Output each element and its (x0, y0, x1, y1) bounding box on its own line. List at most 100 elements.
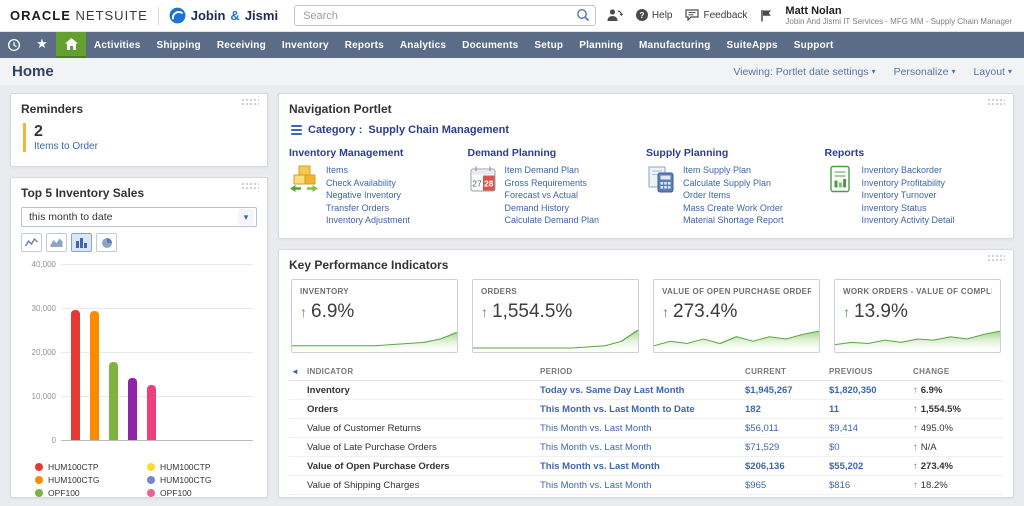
personalize-dropdown[interactable]: Personalize ▾ (894, 66, 956, 78)
kpi-previous-cell[interactable]: $0 (829, 438, 913, 457)
kpi-current-cell[interactable]: $97,016 (745, 495, 829, 499)
user-menu[interactable]: Matt Nolan Jobin And Jismi IT Services -… (785, 5, 1014, 27)
flag-icon[interactable] (760, 9, 772, 22)
kpi-period-cell[interactable]: This Month vs. Last Month (540, 419, 745, 438)
portlet-drag-handle[interactable] (987, 98, 1005, 105)
nav-link[interactable]: Negative Inventory (326, 189, 410, 202)
nav-link[interactable]: Demand History (505, 202, 600, 215)
nav-link[interactable]: Transfer Orders (326, 202, 410, 215)
kpi-current-cell[interactable]: $965 (745, 476, 829, 495)
legend-dot (147, 463, 155, 471)
nav-link[interactable]: Inventory Status (862, 202, 955, 215)
nav-item-setup[interactable]: Setup (526, 32, 571, 58)
nav-link[interactable]: Calculate Supply Plan (683, 177, 784, 190)
nav-link[interactable]: Gross Requirements (505, 177, 600, 190)
nav-item-support[interactable]: Support (786, 32, 842, 58)
nav-link[interactable]: Inventory Profitability (862, 177, 955, 190)
chart-bar[interactable] (71, 310, 80, 440)
kpi-previous-cell[interactable]: $1,820,350 (829, 381, 913, 400)
feedback-button[interactable]: Feedback (685, 9, 747, 21)
kpi-current-cell[interactable]: 182 (745, 400, 829, 419)
nav-item-planning[interactable]: Planning (571, 32, 631, 58)
nav-link[interactable]: Check Availability (326, 177, 410, 190)
kpi-card[interactable]: WORK ORDERS - VALUE OF COMPLETED↑13.9% (834, 279, 1001, 353)
kpi-card[interactable]: VALUE OF OPEN PURCHASE ORDERS↑273.4% (653, 279, 820, 353)
nav-item-receiving[interactable]: Receiving (209, 32, 274, 58)
search-input[interactable] (294, 5, 596, 26)
kpi-table-row: Value of Shipping ChargesThis Month vs. … (289, 476, 1003, 495)
nav-link[interactable]: Inventory Adjustment (326, 214, 410, 227)
kpi-period-cell[interactable]: This Month vs. Last Month (540, 495, 745, 499)
global-search (294, 5, 596, 26)
nav-link[interactable]: Item Supply Plan (683, 164, 784, 177)
up-arrow-icon: ↑ (300, 304, 307, 320)
nav-item-inventory[interactable]: Inventory (274, 32, 337, 58)
kpi-current-cell[interactable]: $71,529 (745, 438, 829, 457)
logo-divider (158, 7, 159, 25)
chart-bar[interactable] (147, 385, 156, 440)
nav-item-analytics[interactable]: Analytics (392, 32, 454, 58)
kpi-previous-cell[interactable]: $9,414 (829, 419, 913, 438)
kpi-period-cell[interactable]: Today vs. Same Day Last Month (540, 381, 745, 400)
chart-bar[interactable] (90, 311, 99, 440)
kpi-previous-cell[interactable]: $85,180 (829, 495, 913, 499)
nav-item-reports[interactable]: Reports (337, 32, 392, 58)
portlet-drag-handle[interactable] (987, 254, 1005, 261)
items-to-order-link[interactable]: Items to Order (34, 141, 257, 152)
kpi-period-cell[interactable]: This Month vs. Last Month (540, 438, 745, 457)
nav-item-manufacturing[interactable]: Manufacturing (631, 32, 719, 58)
kpi-change-value: 6.9% (921, 385, 943, 396)
date-range-select[interactable]: this month to date ▾ (21, 207, 257, 227)
kpi-current-cell[interactable]: $1,945,267 (745, 381, 829, 400)
chart-bar[interactable] (128, 378, 137, 440)
kpi-change-cell: ↑13.9% (913, 495, 1003, 499)
nav-link[interactable]: Inventory Turnover (862, 189, 955, 202)
kpi-card[interactable]: INVENTORY↑6.9% (291, 279, 458, 353)
kpi-previous-cell[interactable]: $816 (829, 476, 913, 495)
nav-link[interactable]: Inventory Backorder (862, 164, 955, 177)
layout-dropdown[interactable]: Layout ▾ (973, 66, 1012, 78)
chart-bar[interactable] (109, 362, 118, 440)
portlet-drag-handle[interactable] (241, 98, 259, 105)
kpi-current-cell[interactable]: $206,136 (745, 457, 829, 476)
nav-link[interactable]: Material Shortage Report (683, 214, 784, 227)
nav-portlet-sections: Inventory ManagementItemsCheck Availabil… (289, 141, 1003, 227)
nav-link[interactable]: Order Items (683, 189, 784, 202)
kpi-current-cell[interactable]: $56,011 (745, 419, 829, 438)
category-row[interactable]: Category : Supply Chain Management (291, 123, 1003, 137)
roles-icon[interactable] (606, 8, 623, 23)
kpi-period-cell[interactable]: This Month vs. Last Month to Date (540, 400, 745, 419)
nav-link[interactable]: Item Demand Plan (505, 164, 600, 177)
kpi-table-collapse-toggle[interactable]: ◄ (289, 363, 307, 381)
nav-item-documents[interactable]: Documents (454, 32, 526, 58)
nav-link[interactable]: Calculate Demand Plan (505, 214, 600, 227)
kpi-card-label: INVENTORY (300, 287, 449, 296)
nav-item-suiteapps[interactable]: SuiteApps (719, 32, 786, 58)
kpi-card[interactable]: ORDERS↑1,554.5% (472, 279, 639, 353)
shortcuts-button[interactable]: ★ (28, 32, 56, 58)
nav-link[interactable]: Items (326, 164, 410, 177)
nav-link[interactable]: Forecast vs Actual (505, 189, 600, 202)
kpi-period-cell[interactable]: This Month vs. Last Month (540, 457, 745, 476)
kpi-period-cell[interactable]: This Month vs. Last Month (540, 476, 745, 495)
portlet-drag-handle[interactable] (241, 182, 259, 189)
nav-link[interactable]: Inventory Activity Detail (862, 214, 955, 227)
kpi-row-spacer (289, 495, 307, 499)
nav-link[interactable]: Mass Create Work Order (683, 202, 784, 215)
nav-item-shipping[interactable]: Shipping (148, 32, 208, 58)
search-icon[interactable] (576, 8, 590, 22)
kpi-previous-cell[interactable]: $55,202 (829, 457, 913, 476)
reminder-item[interactable]: 2 Items to Order (23, 123, 257, 152)
recent-records-button[interactable] (0, 32, 28, 58)
home-tab-active[interactable] (56, 32, 86, 58)
line-chart-button[interactable] (21, 233, 42, 252)
bar-chart-button[interactable] (71, 233, 92, 252)
pie-chart-button[interactable] (96, 233, 117, 252)
gridline (61, 308, 253, 309)
viewing-dropdown[interactable]: Viewing: Portlet date settings ▾ (733, 66, 875, 78)
kpi-previous-cell[interactable]: 11 (829, 400, 913, 419)
area-chart-button[interactable] (46, 233, 67, 252)
nav-item-activities[interactable]: Activities (86, 32, 148, 58)
feedback-icon (685, 9, 699, 21)
help-button[interactable]: ? Help (636, 9, 673, 21)
